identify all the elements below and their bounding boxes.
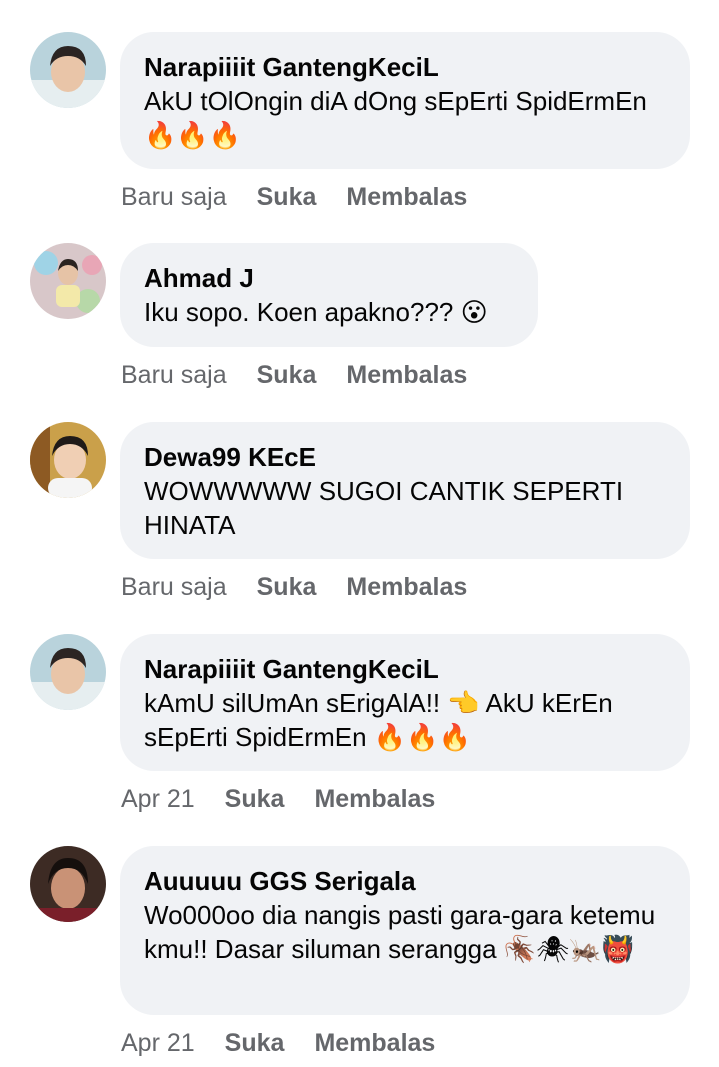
like-button[interactable]: Suka bbox=[225, 1029, 285, 1057]
reply-button[interactable]: Membalas bbox=[314, 1029, 435, 1057]
comment-actions: Baru saja Suka Membalas bbox=[121, 572, 467, 602]
like-button[interactable]: Suka bbox=[257, 361, 317, 389]
comment-author[interactable]: Narapiiiit GantengKeciL bbox=[144, 50, 664, 84]
comment-author[interactable]: Narapiiiit GantengKeciL bbox=[144, 652, 664, 686]
like-button[interactable]: Suka bbox=[257, 183, 317, 211]
comment-timestamp: Baru saja bbox=[121, 573, 227, 601]
comment-bubble: Narapiiiit GantengKeciL kAmU silUmAn sEr… bbox=[120, 634, 690, 771]
comment-timestamp: Apr 21 bbox=[121, 1029, 195, 1057]
avatar[interactable] bbox=[30, 422, 106, 498]
comment-actions: Apr 21 Suka Membalas bbox=[121, 784, 435, 814]
comment-author[interactable]: Ahmad J bbox=[144, 261, 512, 295]
comment-actions: Apr 21 Suka Membalas bbox=[121, 1028, 435, 1058]
like-button[interactable]: Suka bbox=[257, 573, 317, 601]
reply-button[interactable]: Membalas bbox=[346, 361, 467, 389]
comment-text: AkU tOlOngin diA dOng sEpErti SpidErmEn … bbox=[144, 86, 647, 150]
comment-author[interactable]: Dewa99 KEcE bbox=[144, 440, 664, 474]
reply-button[interactable]: Membalas bbox=[346, 573, 467, 601]
comment-timestamp: Baru saja bbox=[121, 183, 227, 211]
comment-bubble: Ahmad J Iku sopo. Koen apakno??? 😮 bbox=[120, 243, 538, 347]
comment-text: Iku sopo. Koen apakno??? 😮 bbox=[144, 297, 488, 327]
avatar[interactable] bbox=[30, 32, 106, 108]
comment-actions: Baru saja Suka Membalas bbox=[121, 360, 467, 390]
comment-text: WOWWWWW SUGOI CANTIK SEPERTI HINATA bbox=[144, 476, 624, 540]
reply-button[interactable]: Membalas bbox=[314, 785, 435, 813]
avatar[interactable] bbox=[30, 243, 106, 319]
comment-actions: Baru saja Suka Membalas bbox=[121, 182, 467, 212]
comment-author[interactable]: Auuuuu GGS Serigala bbox=[144, 864, 664, 898]
comment-bubble: Auuuuu GGS Serigala Wo000oo dia nangis p… bbox=[120, 846, 690, 1015]
avatar[interactable] bbox=[30, 846, 106, 922]
comment-text: kAmU silUmAn sErigAlA!! 👈 AkU kErEn sEpE… bbox=[144, 688, 613, 752]
like-button[interactable]: Suka bbox=[225, 785, 285, 813]
reply-button[interactable]: Membalas bbox=[346, 183, 467, 211]
comment-timestamp: Apr 21 bbox=[121, 785, 195, 813]
comment-text: Wo000oo dia nangis pasti gara-gara ketem… bbox=[144, 900, 656, 964]
comment-bubble: Narapiiiit GantengKeciL AkU tOlOngin diA… bbox=[120, 32, 690, 169]
avatar[interactable] bbox=[30, 634, 106, 710]
comment-timestamp: Baru saja bbox=[121, 361, 227, 389]
comment-bubble: Dewa99 KEcE WOWWWWW SUGOI CANTIK SEPERTI… bbox=[120, 422, 690, 559]
